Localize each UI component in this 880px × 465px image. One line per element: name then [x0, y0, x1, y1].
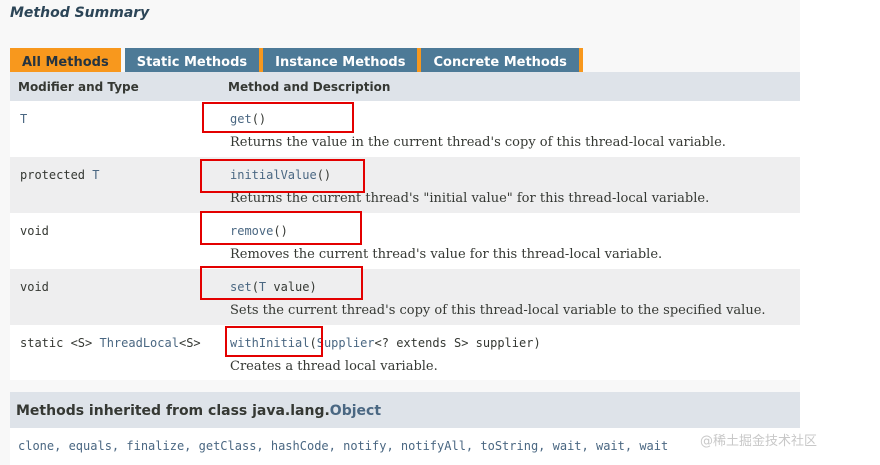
table-row: protected T initialValue() Returns the c… [10, 157, 800, 213]
table-header: Modifier and Type Method and Description [10, 72, 800, 101]
method-params: () [251, 112, 267, 126]
modifier-type: static <S> ThreadLocal<S> [20, 336, 201, 350]
modifier-generic: <S> [178, 336, 201, 350]
type-link[interactable]: T [20, 112, 27, 126]
method-signature: get() [230, 112, 266, 126]
table-row: static <S> ThreadLocal<S> withInitial(Su… [10, 325, 800, 380]
tab-edge [578, 48, 583, 72]
method-link-withinitial[interactable]: withInitial [230, 336, 309, 350]
method-summary-table: Modifier and Type Method and Description… [10, 72, 800, 380]
modifier-type: protected T [20, 168, 99, 182]
method-params: () [273, 224, 288, 238]
type-link[interactable]: ThreadLocal [99, 336, 178, 350]
tab-static-methods-label: Static Methods [136, 55, 248, 70]
method-link-get[interactable]: get [230, 112, 252, 126]
method-description: Removes the current thread's value for t… [230, 247, 663, 262]
tab-static-methods[interactable]: Static Methods [124, 48, 264, 72]
inherited-methods-heading: Methods inherited from class java.lang.O… [10, 392, 800, 428]
inherited-heading-text: Methods inherited from class java.lang. [16, 403, 330, 419]
param-type-link[interactable]: Supplier [317, 336, 375, 350]
modifier-type: void [20, 224, 49, 238]
modifier-keyword: static <S> [20, 336, 100, 350]
object-class-link[interactable]: Object [330, 403, 381, 419]
modifier-keyword: protected [20, 168, 93, 182]
table-row: void remove() Removes the current thread… [10, 213, 800, 269]
method-params-rest: value) [266, 280, 317, 294]
method-signature: initialValue() [230, 168, 331, 182]
column-method-and-description: Method and Description [228, 79, 391, 94]
method-params: () [316, 168, 332, 182]
tab-concrete-methods-label: Concrete Methods [433, 55, 567, 70]
tab-instance-methods[interactable]: Instance Methods [263, 48, 422, 72]
method-description: Returns the current thread's "initial va… [230, 191, 710, 206]
section-title: Method Summary [10, 5, 150, 21]
modifier-type: T [20, 112, 27, 126]
method-description: Creates a thread local variable. [230, 359, 438, 374]
method-params-rest: <? extends S> supplier) [374, 336, 541, 350]
type-link[interactable]: T [92, 168, 99, 182]
method-signature: withInitial(Supplier<? extends S> suppli… [230, 336, 541, 350]
modifier-type: void [20, 280, 49, 294]
method-params-open: ( [251, 280, 259, 294]
javadoc-page: Method Summary All Methods Static Method… [0, 0, 800, 465]
tab-instance-methods-label: Instance Methods [275, 55, 406, 70]
method-description: Sets the current thread's copy of this t… [230, 303, 766, 318]
method-signature: remove() [230, 224, 288, 238]
method-signature: set(T value) [230, 280, 317, 294]
method-link-set[interactable]: set [230, 280, 252, 294]
method-description: Returns the value in the current thread'… [230, 135, 726, 150]
method-tabs: All Methods Static Methods Instance Meth… [10, 48, 583, 72]
tab-all-methods[interactable]: All Methods [10, 48, 121, 72]
watermark: @稀土掘金技术社区 [700, 434, 818, 449]
method-link-initialvalue[interactable]: initialValue [230, 168, 317, 182]
column-modifier-and-type: Modifier and Type [18, 79, 139, 94]
inherited-methods-list[interactable]: clone, equals, finalize, getClass, hashC… [10, 428, 800, 465]
method-link-remove[interactable]: remove [230, 224, 273, 238]
tab-concrete-methods[interactable]: Concrete Methods [421, 48, 583, 72]
table-row: void set(T value) Sets the current threa… [10, 269, 800, 325]
method-params-open: ( [309, 336, 317, 350]
table-row: T get() Returns the value in the current… [10, 101, 800, 157]
